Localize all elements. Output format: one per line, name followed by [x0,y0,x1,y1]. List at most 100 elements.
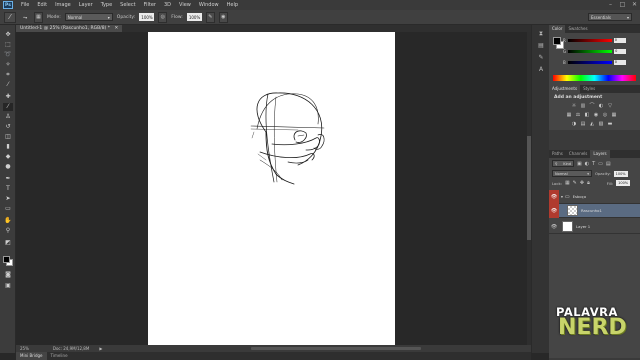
tab-channels[interactable]: Channels [566,150,591,158]
color-slider-b[interactable]: B 0 [563,60,626,65]
color-slider-g[interactable]: G 0 [563,49,627,54]
red-value-input[interactable]: 0 [613,38,626,43]
gradient-map-icon[interactable]: ▬ [607,121,613,127]
document-tab[interactable]: Untitled-1 @ 25% (Rascunho1, RGB/8) * ✕ [16,25,123,32]
screen-mode-icon[interactable]: ▣ [3,282,13,290]
exposure-icon[interactable]: ◐ [598,103,604,109]
brush-preset-icon[interactable]: ⁄ [4,11,16,23]
color-lookup-icon[interactable]: ▦ [611,112,617,118]
selective-color-icon[interactable]: ▧ [598,121,604,127]
dodge-tool-icon[interactable]: ● [3,163,13,171]
layer-name[interactable]: Rascunho1 [581,208,602,213]
posterize-icon[interactable]: ▤ [580,121,586,127]
curves-icon[interactable]: ⌒ [589,103,595,109]
brush-size-picker[interactable]: •▾ [20,15,30,20]
color-spectrum-ramp[interactable] [553,75,636,81]
photo-filter-icon[interactable]: ◉ [593,112,599,118]
menu-3d[interactable]: 3D [160,0,175,10]
canvas-workspace[interactable] [16,32,531,345]
invert-icon[interactable]: ◑ [571,121,577,127]
history-panel-icon[interactable]: ⧗ [536,29,546,38]
filter-shape-icon[interactable]: ▭ [598,161,603,167]
layer-group-row[interactable]: 👁︎ ▾ ▭ Esboço [549,189,640,204]
lasso-tool-icon[interactable]: ➰ [3,51,13,59]
move-tool-icon[interactable]: ✥ [3,31,13,39]
tab-styles[interactable]: Styles [580,85,598,93]
close-icon[interactable]: ✕ [631,1,638,8]
menu-edit[interactable]: Edit [33,0,51,10]
pressure-size-icon[interactable]: ◉ [218,11,228,23]
menu-select[interactable]: Select [116,0,139,10]
green-value-input[interactable]: 0 [614,49,627,54]
color-balance-icon[interactable]: ⚖ [575,112,581,118]
tab-mini-bridge[interactable]: Mini Bridge [16,352,47,360]
filter-adjustment-icon[interactable]: ◐ [585,161,589,167]
brush-tool-icon[interactable]: ⁄ [3,103,13,111]
horizontal-scrollbar[interactable] [251,347,421,350]
quick-select-tool-icon[interactable]: ✧ [3,61,13,69]
black-white-icon[interactable]: ◧ [584,112,590,118]
maximize-icon[interactable]: □ [619,1,626,8]
close-tab-icon[interactable]: ✕ [114,26,118,31]
blue-value-input[interactable]: 0 [613,60,626,65]
eye-icon[interactable]: 👁︎ [549,189,559,204]
layer-row-selected[interactable]: 👁︎ Rascunho1 [549,203,640,218]
path-select-tool-icon[interactable]: ➤ [3,195,13,203]
history-brush-tool-icon[interactable]: ↺ [3,123,13,131]
quick-mask-icon[interactable]: ◙ [3,271,13,279]
marquee-tool-icon[interactable]: ⬚ [3,41,13,49]
tab-layers[interactable]: Layers [590,150,610,158]
lock-position-icon[interactable]: ✥ [580,180,584,186]
vibrance-icon[interactable]: ▽ [607,103,613,109]
eraser-tool-icon[interactable]: ◫ [3,133,13,141]
red-slider-track[interactable] [567,39,612,42]
menu-view[interactable]: View [175,0,195,10]
filter-type-icon[interactable]: T [592,161,595,167]
foreground-color-chip[interactable] [553,37,561,45]
pen-tool-icon[interactable]: ✒ [3,175,13,183]
menu-layer[interactable]: Layer [75,0,97,10]
levels-icon[interactable]: ▥ [580,103,586,109]
layer-filter-select[interactable]: ⚲ Kind [552,160,574,167]
properties-panel-icon[interactable]: ▤ [536,41,546,50]
brush-panel-icon[interactable]: ▦ [34,11,43,23]
layer-name[interactable]: Esboço [573,194,587,199]
menu-image[interactable]: Image [51,0,75,10]
clone-stamp-tool-icon[interactable]: ♙ [3,113,13,121]
airbrush-icon[interactable]: ✎ [205,11,215,23]
menu-help[interactable]: Help [223,0,242,10]
lock-transparent-icon[interactable]: ▦ [565,180,570,186]
crop-tool-icon[interactable]: ⌗ [3,71,13,79]
healing-brush-tool-icon[interactable]: ✚ [3,93,13,101]
shape-tool-icon[interactable]: ▭ [3,205,13,213]
tab-timeline[interactable]: Timeline [47,352,72,360]
menu-file[interactable]: File [17,0,33,10]
brush-presets-panel-icon[interactable]: ✎ [536,53,546,62]
layer-opacity-input[interactable]: 100% [613,170,628,177]
filter-smart-object-icon[interactable]: ▤ [606,161,611,167]
foreground-color-swatch[interactable] [3,256,10,263]
hue-saturation-icon[interactable]: ▦ [566,112,572,118]
green-slider-track[interactable] [568,50,613,53]
layer-fill-input[interactable]: 100% [616,180,631,186]
menu-filter[interactable]: Filter [140,0,160,10]
minimize-icon[interactable]: – [607,1,614,8]
blend-mode-select[interactable]: Normal ▾ [552,170,592,177]
blue-slider-track[interactable] [567,61,612,64]
blur-tool-icon[interactable]: ◆ [3,153,13,161]
tab-paths[interactable]: Paths [549,150,566,158]
character-panel-icon[interactable]: A [536,65,546,74]
lock-image-icon[interactable]: ✎ [573,180,577,186]
zoom-tool-icon[interactable]: ⚲ [3,227,13,235]
hand-tool-icon[interactable]: ✋ [3,217,13,225]
color-slider-r[interactable]: R 0 [563,38,626,43]
pressure-opacity-icon[interactable]: ◎ [158,11,168,23]
channel-mixer-icon[interactable]: ◎ [602,112,608,118]
layer-name[interactable]: Layer 1 [576,224,590,229]
type-tool-icon[interactable]: T [3,185,13,193]
eyedropper-tool-icon[interactable]: ⁄ [3,81,13,89]
layer-row[interactable]: 👁︎ Layer 1 [549,220,640,234]
flow-input[interactable]: 100% [186,13,202,21]
brightness-contrast-icon[interactable]: ☼ [571,103,577,109]
default-colors-icon[interactable]: ◩ [3,239,13,247]
